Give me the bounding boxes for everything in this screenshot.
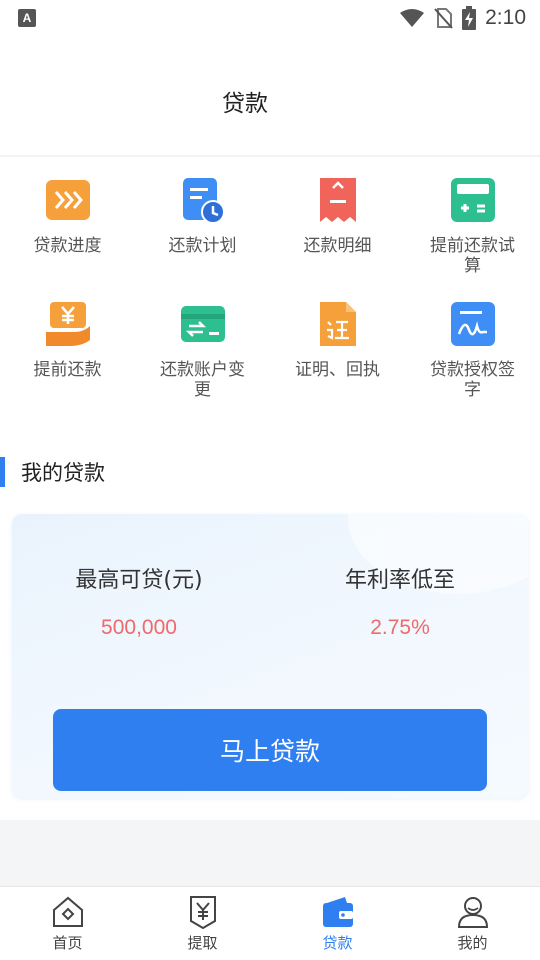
service-label: 还款明细 xyxy=(303,236,372,256)
service-label: 还款计划 xyxy=(168,236,237,256)
calculator-icon xyxy=(450,178,495,222)
rate-value: 2.75% xyxy=(370,616,430,639)
service-label: 还款账户变更 xyxy=(160,360,245,400)
max-amount-stat: 最高可贷(元) 500,000 xyxy=(39,562,239,640)
service-label: 提前还款试算 xyxy=(430,236,515,276)
section-accent-bar xyxy=(0,457,5,487)
yuan-hand-icon xyxy=(45,302,90,346)
signature-icon xyxy=(450,302,495,346)
user-icon xyxy=(457,897,488,928)
certificate-icon xyxy=(319,302,356,346)
calendar-clock-icon xyxy=(182,178,225,224)
page-title: 贷款 xyxy=(222,91,268,117)
service-authorization-sign[interactable]: 贷款授权签字 xyxy=(405,294,540,402)
wifi-icon xyxy=(400,9,425,27)
no-sim-icon xyxy=(434,8,453,29)
service-label: 证明、回执 xyxy=(295,360,380,380)
loan-card: 最高可贷(元) 500,000 年利率低至 2.75% 马上贷款 xyxy=(12,514,528,798)
service-grid: 贷款进度 还款计划 还款明细 提前还款试算 提前还款 还款账户变更 证明、回执 … xyxy=(0,170,540,402)
status-bar: A 2:10 xyxy=(0,0,540,36)
service-certificate[interactable]: 证明、回执 xyxy=(270,294,405,402)
content-spacer xyxy=(0,820,540,886)
service-prepayment[interactable]: 提前还款 xyxy=(0,294,135,402)
service-label: 贷款进度 xyxy=(33,236,102,256)
max-amount-label: 最高可贷(元) xyxy=(75,568,203,593)
rate-stat: 年利率低至 2.75% xyxy=(300,562,500,640)
app-badge-icon: A xyxy=(18,9,36,27)
wallet-icon xyxy=(322,897,353,927)
service-repayment-details[interactable]: 还款明细 xyxy=(270,170,405,278)
forward-arrows-icon xyxy=(45,180,90,220)
status-right: 2:10 xyxy=(399,6,526,30)
divider xyxy=(0,155,540,157)
tab-label: 首页 xyxy=(52,934,83,952)
section-heading: 我的贷款 xyxy=(0,456,105,488)
tab-label: 我的 xyxy=(457,934,488,952)
tab-label: 提取 xyxy=(187,934,218,952)
home-icon xyxy=(52,896,83,927)
max-amount-value: 500,000 xyxy=(101,616,177,639)
tab-profile[interactable]: 我的 xyxy=(405,887,540,960)
battery-charging-icon xyxy=(462,6,477,30)
title-bar: 贷款 xyxy=(0,36,540,156)
service-label: 贷款授权签字 xyxy=(430,360,515,400)
status-time: 2:10 xyxy=(485,6,526,29)
service-account-change[interactable]: 还款账户变更 xyxy=(135,294,270,402)
service-label: 提前还款 xyxy=(33,360,102,380)
tab-loan[interactable]: 贷款 xyxy=(270,887,405,960)
card-exchange-icon xyxy=(180,306,225,342)
bottom-tab-bar: 首页 提取 贷款 我的 xyxy=(0,886,540,960)
rate-label: 年利率低至 xyxy=(344,568,455,593)
tab-label: 贷款 xyxy=(322,934,353,952)
status-left: A xyxy=(18,9,36,27)
apply-loan-button[interactable]: 马上贷款 xyxy=(53,709,487,791)
service-loan-progress[interactable]: 贷款进度 xyxy=(0,170,135,278)
tab-withdraw[interactable]: 提取 xyxy=(135,887,270,960)
receipt-icon xyxy=(319,178,356,222)
yuan-withdraw-icon xyxy=(189,896,216,929)
section-title: 我的贷款 xyxy=(21,461,105,485)
service-prepayment-calc[interactable]: 提前还款试算 xyxy=(405,170,540,278)
service-repayment-plan[interactable]: 还款计划 xyxy=(135,170,270,278)
tab-home[interactable]: 首页 xyxy=(0,887,135,960)
